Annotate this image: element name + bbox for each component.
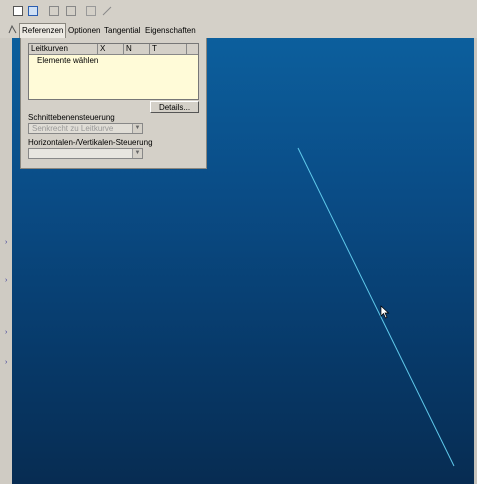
body-icon[interactable] bbox=[13, 6, 23, 16]
sweep-icon[interactable] bbox=[28, 6, 38, 16]
column-header-x: X bbox=[98, 44, 124, 54]
column-header-leitkurven: Leitkurven bbox=[29, 44, 98, 54]
trajectory-table[interactable]: Leitkurven X N T Elemente wählen bbox=[28, 43, 199, 100]
details-button[interactable]: Details... bbox=[150, 101, 199, 113]
section-control-label: Schnittebenensteuerung bbox=[28, 113, 115, 122]
table-row[interactable]: Elemente wählen bbox=[37, 56, 98, 65]
expand-arrow-icon[interactable]: › bbox=[5, 276, 9, 285]
column-header-t: T bbox=[150, 44, 187, 54]
expand-arrow-icon[interactable]: › bbox=[5, 358, 9, 367]
tab-referenzen[interactable]: Referenzen bbox=[19, 23, 67, 38]
expand-arrow-icon[interactable]: › bbox=[5, 238, 9, 247]
pencil-icon[interactable] bbox=[102, 6, 112, 16]
expand-arrow-icon[interactable]: › bbox=[5, 328, 9, 337]
edit-surface-icon[interactable] bbox=[49, 6, 59, 16]
hv-control-label: Horizontalen-/Vertikalen-Steuerung bbox=[28, 138, 153, 147]
top-toolbar bbox=[0, 0, 477, 22]
thicken-icon[interactable] bbox=[86, 6, 96, 16]
column-header-n: N bbox=[124, 44, 150, 54]
tab-eigenschaften[interactable]: Eigenschaften bbox=[143, 24, 198, 37]
dashboard-tab-row: Referenzen Optionen Tangential Eigenscha… bbox=[0, 22, 477, 39]
section-control-value: Senkrecht zu Leitkurve bbox=[32, 124, 114, 133]
hv-control-select[interactable]: ▼ bbox=[28, 148, 143, 159]
references-icon bbox=[8, 24, 17, 34]
chevron-down-icon[interactable]: ▼ bbox=[132, 149, 142, 158]
references-panel: Leitkurven X N T Elemente wählen Details… bbox=[20, 38, 207, 169]
section-control-select[interactable]: Senkrecht zu Leitkurve ▼ bbox=[28, 123, 143, 134]
tab-tangential[interactable]: Tangential bbox=[102, 24, 142, 37]
cut-icon[interactable] bbox=[66, 6, 76, 16]
mouse-cursor-icon bbox=[380, 305, 390, 319]
table-header: Leitkurven X N T bbox=[29, 44, 198, 55]
chevron-down-icon[interactable]: ▼ bbox=[132, 124, 142, 133]
tab-optionen[interactable]: Optionen bbox=[66, 24, 102, 37]
